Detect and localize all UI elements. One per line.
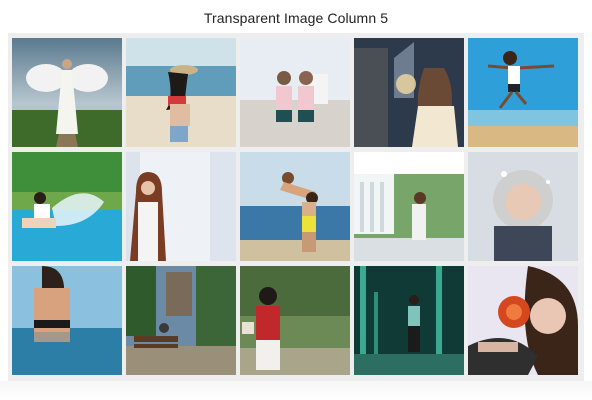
bottom-fade: [0, 381, 592, 400]
beach-couple-photo: [240, 152, 350, 261]
gallery-image-two-women[interactable]: [240, 38, 350, 147]
angel-woman-photo: [12, 38, 122, 147]
image-grid: [12, 38, 578, 375]
gallery-image-white-porch[interactable]: [354, 152, 464, 261]
pool-splash-photo: [12, 152, 122, 261]
gallery-image-pool-splash[interactable]: [12, 152, 122, 261]
gallery-image-red-jacket[interactable]: [240, 266, 350, 375]
gallery-image-woman-in-water[interactable]: [12, 266, 122, 375]
fur-hood-photo: [468, 152, 578, 261]
red-flower-photo: [468, 266, 578, 375]
gallery-image-castle-night[interactable]: [354, 38, 464, 147]
gallery-image-white-curtain[interactable]: [126, 152, 236, 261]
page: Transparent Image Column 5: [0, 0, 592, 400]
woman-in-water-photo: [12, 266, 122, 375]
gallery-image-angel-woman[interactable]: [12, 38, 122, 147]
white-curtain-photo: [126, 152, 236, 261]
gallery-image-green-park[interactable]: [354, 266, 464, 375]
gallery-image-red-flower[interactable]: [468, 266, 578, 375]
gallery-image-beach-hat[interactable]: [126, 38, 236, 147]
castle-night-photo: [354, 38, 464, 147]
gallery-image-park-bench[interactable]: [126, 266, 236, 375]
gallery-image-beach-couple[interactable]: [240, 152, 350, 261]
gallery-image-jumping-beach[interactable]: [468, 38, 578, 147]
beach-hat-photo: [126, 38, 236, 147]
page-title: Transparent Image Column 5: [203, 10, 389, 26]
white-porch-photo: [354, 152, 464, 261]
green-park-photo: [354, 266, 464, 375]
jumping-beach-photo: [468, 38, 578, 147]
two-women-photo: [240, 38, 350, 147]
gallery-image-fur-hood[interactable]: [468, 152, 578, 261]
red-jacket-photo: [240, 266, 350, 375]
park-bench-photo: [126, 266, 236, 375]
gallery-frame: [8, 33, 584, 381]
